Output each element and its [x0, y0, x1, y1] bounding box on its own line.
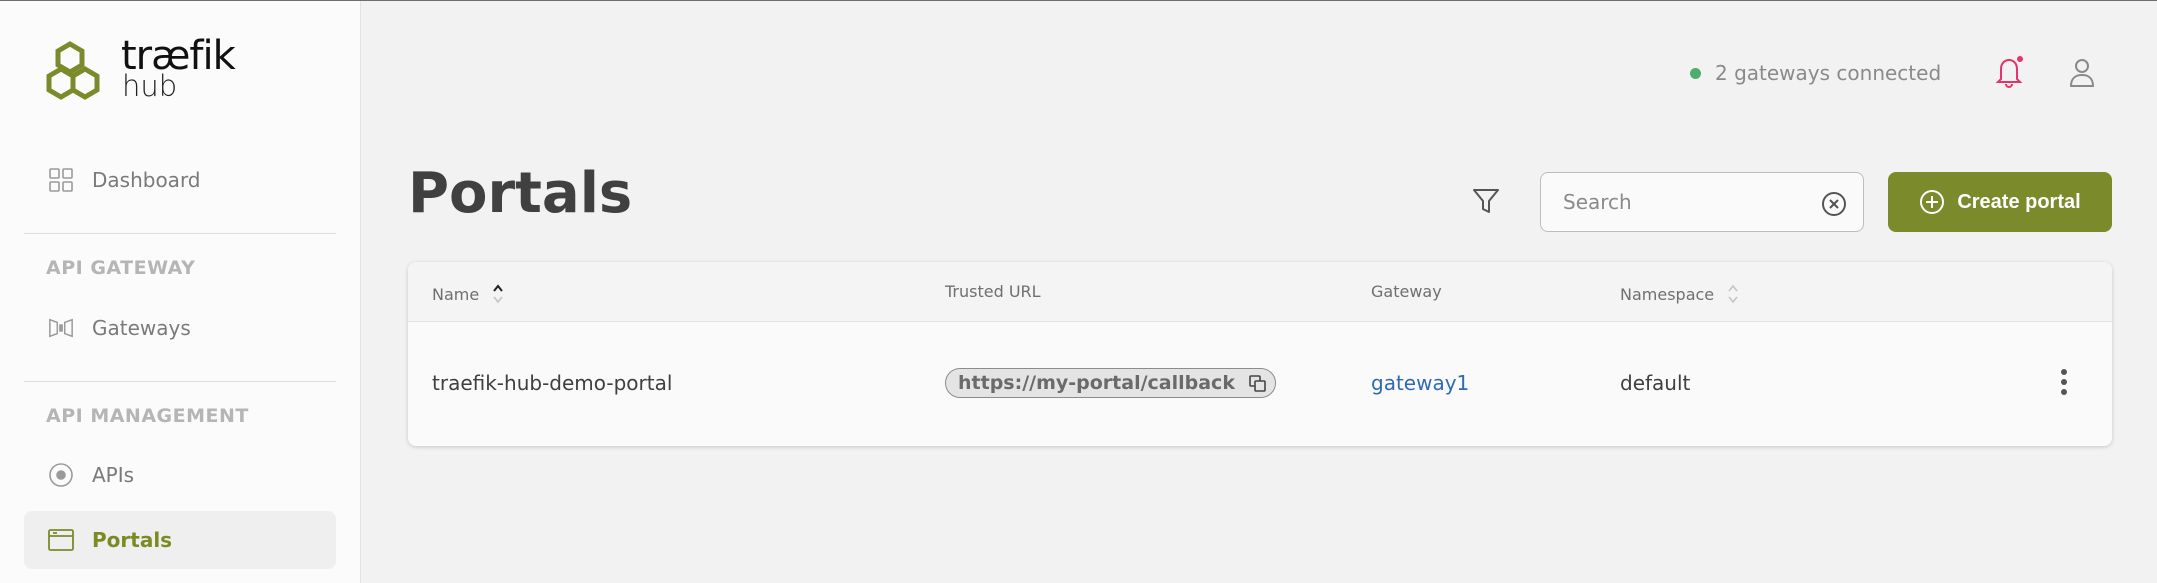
column-header-name[interactable]: Name	[432, 282, 505, 306]
sidebar: træfik hub Dashboard API GATEWAY Gateway…	[0, 1, 361, 583]
table-header: Name Trusted URL Gateway Namespace	[408, 262, 2112, 322]
copy-icon[interactable]	[1249, 375, 1267, 393]
column-label: Name	[432, 284, 480, 304]
hexagon-logo-icon	[46, 41, 100, 100]
sidebar-divider	[24, 233, 336, 234]
sidebar-divider	[24, 381, 336, 382]
user-menu-button[interactable]	[2068, 57, 2096, 89]
section-heading-api-management: API MANAGEMENT	[46, 405, 249, 427]
column-header-trusted-url: Trusted URL	[945, 282, 1041, 301]
cell-name: traefik-hub-demo-portal	[432, 371, 673, 395]
portal-icon	[48, 527, 74, 553]
sort-icon[interactable]	[1726, 282, 1740, 306]
clear-search-button[interactable]	[1821, 191, 1847, 217]
sidebar-item-portals[interactable]: Portals	[24, 511, 336, 569]
traefik-hub-logo[interactable]: træfik hub	[46, 33, 246, 105]
column-label: Gateway	[1371, 282, 1442, 301]
table-row[interactable]: traefik-hub-demo-portal https://my-porta…	[408, 323, 2112, 446]
column-header-gateway: Gateway	[1371, 282, 1442, 301]
cell-namespace: default	[1620, 371, 1691, 395]
notifications-button[interactable]	[1995, 55, 2025, 89]
column-label: Namespace	[1620, 284, 1715, 304]
search-input[interactable]	[1563, 187, 1813, 217]
page-title: Portals	[408, 161, 633, 226]
gateway-status-text: 2 gateways connected	[1715, 61, 1942, 85]
api-icon	[48, 462, 74, 488]
filter-icon	[1473, 189, 1499, 213]
sort-ascending-icon[interactable]	[491, 282, 505, 306]
status-dot-icon	[1690, 67, 1701, 79]
cell-gateway-link[interactable]: gateway1	[1371, 371, 1469, 395]
more-actions-icon[interactable]	[2058, 367, 2070, 397]
sidebar-item-gateways[interactable]: Gateways	[24, 299, 336, 357]
plus-circle-icon	[1920, 190, 1945, 214]
portals-table: Name Trusted URL Gateway Namespace traef…	[408, 262, 2112, 446]
sidebar-item-label: Portals	[92, 528, 173, 552]
create-portal-label: Create portal	[1957, 190, 2081, 213]
user-icon	[2069, 59, 2095, 87]
sidebar-item-dashboard[interactable]: Dashboard	[24, 151, 336, 209]
trusted-url-chip: https://my-portal/callback	[945, 368, 1276, 398]
sidebar-item-apis[interactable]: APIs	[24, 446, 336, 504]
sidebar-item-label: Gateways	[92, 316, 191, 340]
section-heading-api-gateway: API GATEWAY	[46, 257, 196, 279]
column-header-namespace[interactable]: Namespace	[1620, 282, 1740, 306]
gateway-icon	[48, 315, 74, 341]
cell-trusted-url: https://my-portal/callback	[958, 372, 1235, 394]
column-label: Trusted URL	[945, 282, 1041, 301]
gateway-status: 2 gateways connected	[1690, 61, 1941, 85]
logo-subword: hub	[122, 69, 178, 103]
filter-button[interactable]	[1470, 185, 1502, 217]
grid-icon	[48, 167, 74, 193]
search-field	[1540, 172, 1864, 232]
sidebar-item-label: Dashboard	[92, 168, 201, 192]
close-circle-icon	[1822, 192, 1846, 216]
create-portal-button[interactable]: Create portal	[1888, 172, 2112, 232]
sidebar-item-label: APIs	[92, 463, 135, 487]
bell-icon	[1995, 56, 2023, 89]
